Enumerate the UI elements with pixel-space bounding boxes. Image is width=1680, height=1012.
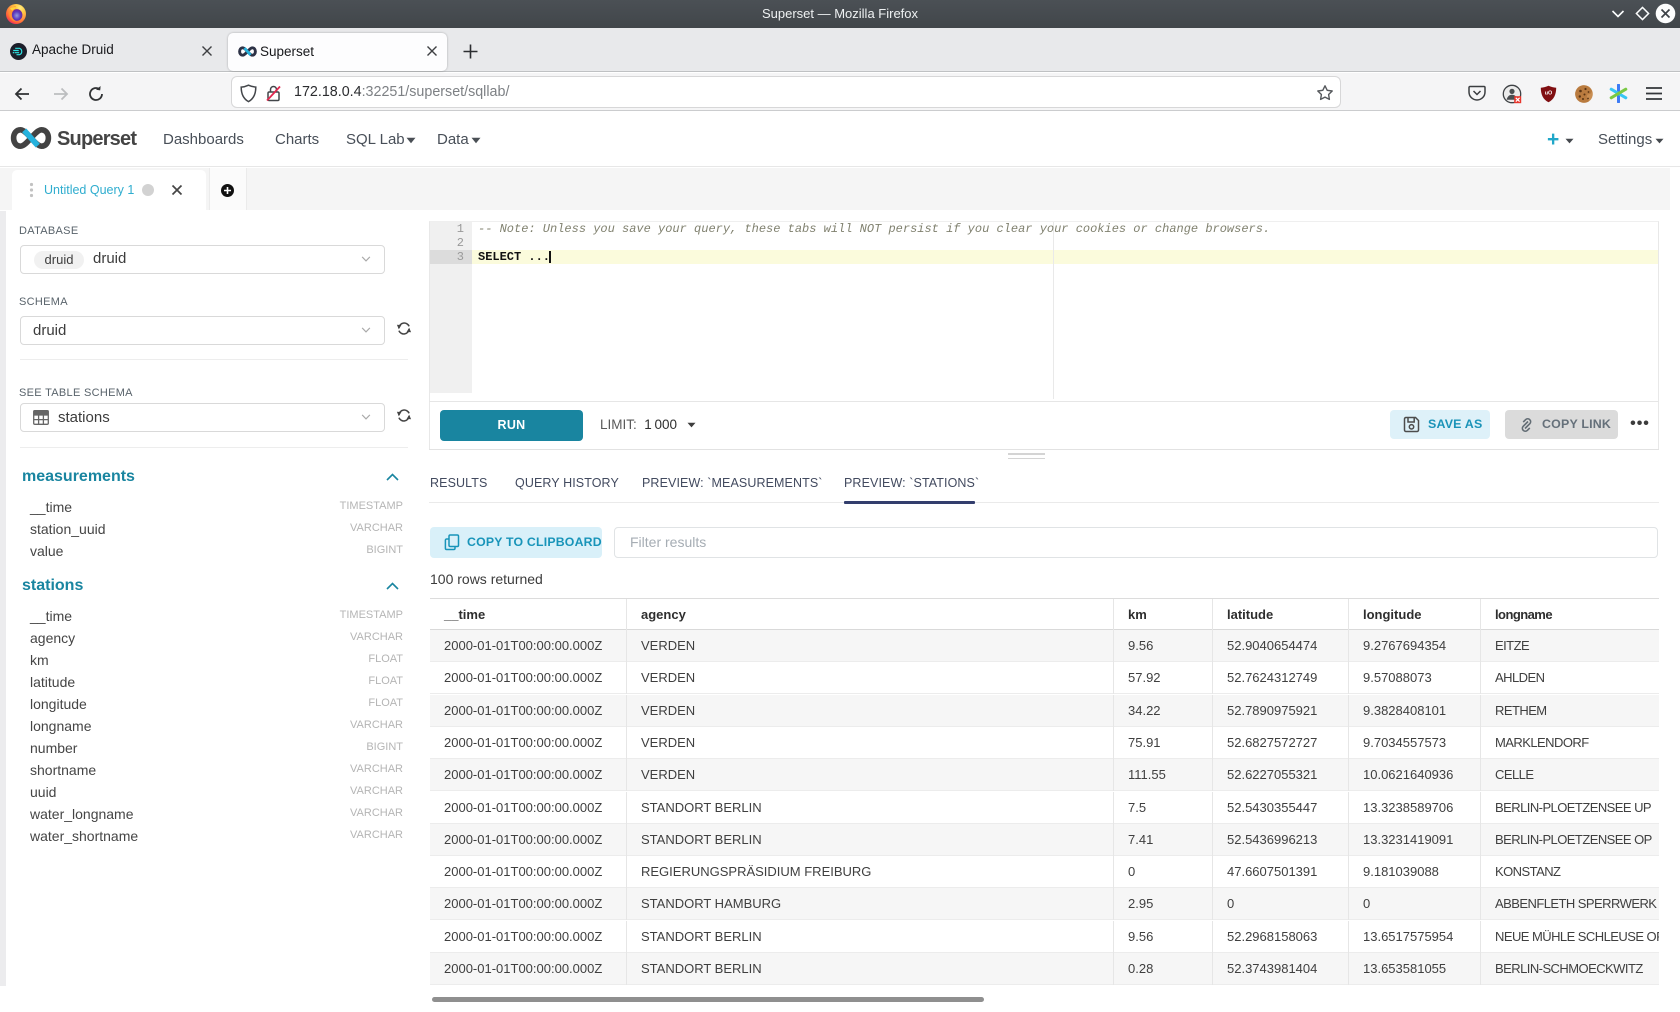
svg-text:uO: uO	[1545, 91, 1553, 97]
